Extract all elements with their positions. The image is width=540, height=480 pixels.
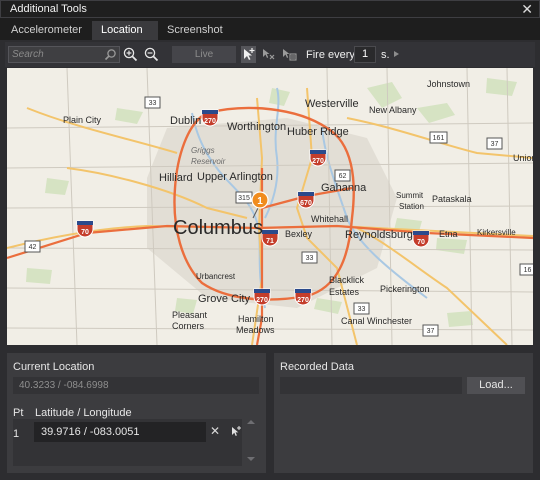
window-title: Additional Tools [10, 3, 87, 15]
city-johnstown: Johnstown [427, 79, 470, 89]
map-label-corners: Corners [172, 321, 205, 331]
shield-label: 71 [266, 238, 274, 245]
fire-unit-label: s. [381, 49, 390, 61]
map-label-meadows: Meadows [236, 325, 275, 335]
load-button[interactable]: Load... [467, 377, 525, 394]
city-dublin: Dublin [170, 115, 201, 127]
latlong-column-header: Latitude / Longitude [35, 407, 132, 419]
remove-point-icon[interactable]: ✕ [210, 424, 220, 438]
city-worthington: Worthington [227, 121, 286, 133]
title-bar: Additional Tools ✕ [0, 0, 540, 18]
shield-i270-nw: 270 [201, 109, 219, 127]
zoom-in-icon[interactable] [123, 47, 138, 65]
shield-label: 70 [417, 239, 425, 246]
zoom-out-icon[interactable] [144, 47, 159, 65]
current-location-panel: Current Location 40.3233 / -084.6998 Pt … [7, 353, 266, 473]
pt-column-header: Pt [13, 407, 24, 419]
shield-r37: 37 [491, 141, 499, 148]
city-urbancrest: Urbancrest [196, 272, 236, 281]
shield-i670: 670 [297, 191, 315, 209]
add-point-icon[interactable] [230, 425, 242, 442]
scroll-up-icon[interactable] [247, 420, 255, 424]
city-westerville: Westerville [305, 98, 359, 110]
map-label-pleasant: Pleasant [172, 310, 208, 320]
shield-label: 270 [256, 297, 268, 304]
city-grove-city: Grove City [198, 293, 250, 305]
city-etna: Etna [439, 229, 458, 239]
shield-r16: 16 [524, 267, 532, 274]
scroll-down-icon[interactable] [247, 457, 255, 461]
city-upper-arlington: Upper Arlington [197, 171, 273, 183]
current-location-title: Current Location [13, 361, 95, 373]
fire-every-label: Fire every [306, 49, 355, 61]
map-label-reservoir: Reservoir [191, 157, 226, 166]
current-location-value: 40.3233 / -084.6998 [13, 377, 259, 394]
recorded-data-panel: Recorded Data Load... [274, 353, 533, 473]
tab-location[interactable]: Location [92, 21, 158, 40]
map-view[interactable]: 270 270 670 70 70 71 270 270 33 315 62 1… [7, 68, 533, 345]
search-input[interactable] [12, 47, 102, 62]
shield-us33-nw: 33 [149, 100, 157, 107]
close-icon[interactable]: ✕ [521, 1, 533, 18]
tab-bar: Accelerometer Location Screenshot [0, 18, 540, 40]
shield-r42: 42 [29, 244, 37, 251]
recorded-data-title: Recorded Data [280, 361, 354, 373]
shield-i71: 71 [261, 229, 279, 247]
city-new-albany: New Albany [369, 105, 417, 115]
shield-i270-se: 270 [294, 288, 312, 306]
city-pataskala: Pataskala [432, 194, 472, 204]
shield-r161: 161 [433, 135, 445, 142]
map-label-hamilton: Hamilton [238, 314, 274, 324]
shield-us33-s: 33 [358, 306, 366, 313]
shield-label: 70 [81, 229, 89, 236]
clear-pins-icon[interactable] [261, 46, 276, 66]
city-whitehall: Whitehall [311, 214, 348, 224]
city-reynoldsburg: Reynoldsburg [345, 229, 413, 241]
point-latlong-field[interactable]: 39.9716 / -083.0051 [34, 422, 206, 442]
city-union: Union [513, 153, 533, 163]
shield-i70-e: 70 [412, 230, 430, 248]
point-row-number: 1 [13, 428, 20, 440]
city-plain-city: Plain City [63, 115, 102, 125]
city-kirkersville: Kirkersville [477, 228, 516, 237]
city-bexley: Bexley [285, 229, 313, 239]
search-icon[interactable] [104, 48, 117, 64]
city-canal-winchester: Canal Winchester [341, 316, 412, 326]
city-hilliard: Hilliard [159, 172, 193, 184]
clear-all-pins-icon[interactable] [281, 46, 298, 66]
shield-r62: 62 [339, 173, 347, 180]
map-label-summit: Summit [396, 191, 424, 200]
pin-label: 1 [257, 196, 263, 207]
shield-label: 270 [297, 297, 309, 304]
city-columbus: Columbus [173, 217, 263, 239]
map-label-griggs: Griggs [191, 146, 215, 155]
map-canvas: 270 270 670 70 70 71 270 270 33 315 62 1… [7, 68, 533, 345]
live-button[interactable]: Live [172, 46, 236, 63]
map-label-station: Station [399, 202, 424, 211]
map-toolbar: Live Fire every 1 s. [5, 42, 535, 67]
play-icon[interactable] [394, 51, 399, 57]
city-huber-ridge: Huber Ridge [287, 126, 349, 138]
shield-i270-s: 270 [253, 288, 271, 306]
recorded-data-field[interactable] [280, 377, 462, 394]
shield-i270-n: 270 [309, 149, 327, 167]
tab-screenshot[interactable]: Screenshot [158, 21, 232, 40]
city-gahanna: Gahanna [321, 182, 367, 194]
fire-interval-input[interactable]: 1 [354, 46, 376, 63]
shield-us33-se: 33 [306, 255, 314, 262]
tab-accelerometer[interactable]: Accelerometer [2, 21, 91, 40]
map-label-estates: Estates [329, 287, 360, 297]
shield-r37-r: 37 [427, 328, 435, 335]
shield-label: 270 [204, 118, 216, 125]
shield-i70-w: 70 [76, 220, 94, 238]
shield-label: 270 [312, 158, 324, 165]
search-box [8, 46, 120, 63]
shield-label: 670 [300, 200, 312, 207]
city-pickerington: Pickerington [380, 284, 430, 294]
shield-r315: 315 [238, 195, 250, 202]
map-label-blacklick: Blacklick [329, 275, 365, 285]
add-pin-icon[interactable] [241, 46, 256, 63]
